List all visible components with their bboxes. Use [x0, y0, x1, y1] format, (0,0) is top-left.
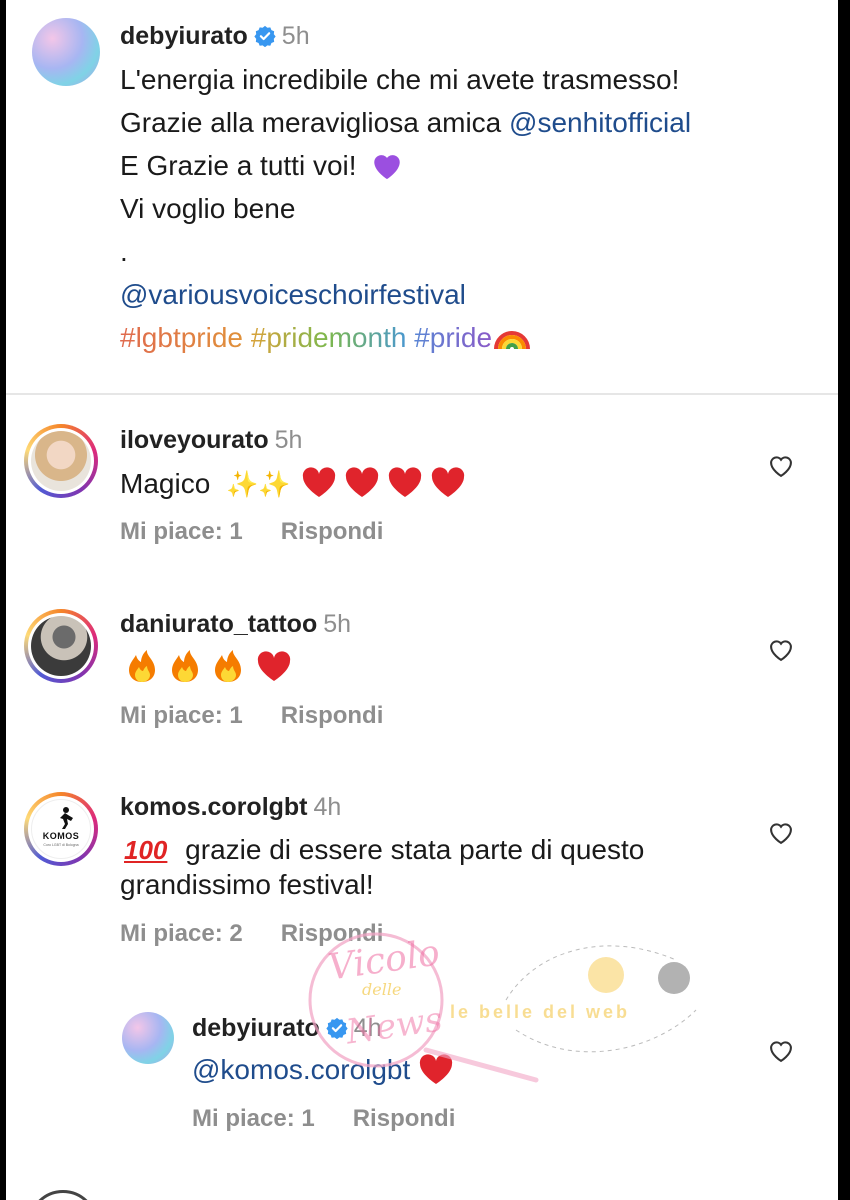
sparkles-icon: ✨✨ [226, 469, 291, 499]
reply-username[interactable]: debyiurato 4h [192, 1014, 382, 1043]
comment-actions: Mi piace: 1 Rispondi [192, 1105, 455, 1133]
avatar-photo [31, 431, 91, 491]
dancer-silhouette-icon [60, 807, 73, 829]
post-author-username[interactable]: debyiurato 5h [120, 22, 310, 51]
fire-icon [129, 650, 291, 682]
reply-avatar[interactable] [122, 1012, 174, 1064]
next-comment-avatar-partial[interactable] [28, 1190, 98, 1200]
verified-badge-icon [254, 25, 276, 47]
mention-link[interactable]: @variousvoiceschoirfestival [120, 279, 466, 310]
caption-line: . [120, 236, 128, 267]
comment-avatar[interactable] [24, 609, 98, 683]
comment-text: 100 grazie di essere stata parte di ques… [124, 832, 644, 868]
comment-text: Magico ✨✨ [120, 466, 471, 502]
mention-link[interactable]: @komos.corolgbt [192, 1054, 410, 1085]
comment-time: 5h [274, 426, 303, 454]
mention-link[interactable]: @senhitofficial [509, 107, 691, 138]
reply-button[interactable]: Rispondi [353, 1105, 456, 1132]
comment-time: 4h [353, 1014, 382, 1042]
reply-button[interactable]: Rispondi [281, 920, 384, 947]
comment-body: grazie di essere stata parte di questo [185, 834, 645, 865]
comment-text: grandissimo festival! [120, 867, 374, 902]
like-heart-icon[interactable] [767, 636, 795, 664]
caption-text: E Grazie a tutti voi! [120, 150, 357, 181]
caption-line: E Grazie a tutti voi! [120, 144, 691, 187]
username-text[interactable]: debyiurato [120, 22, 248, 50]
comment-avatar[interactable] [24, 424, 98, 498]
reply-button[interactable]: Rispondi [281, 702, 384, 729]
likes-count[interactable]: Mi piace: 1 [120, 518, 243, 545]
likes-count[interactable]: Mi piace: 2 [120, 920, 243, 947]
hashtag-link[interactable]: #pride [414, 322, 492, 353]
purple-heart-icon [374, 155, 401, 180]
comment-actions: Mi piace: 1 Rispondi [120, 702, 383, 730]
watermark-tagline: le belle del web [450, 1002, 631, 1022]
comment-text: @komos.corolgbt [192, 1052, 454, 1087]
red-heart-icon [302, 467, 464, 497]
avatar-photo [31, 616, 91, 676]
verified-badge-icon [326, 1017, 348, 1039]
comments-screen: debyiurato 5h L'energia incredibile che … [6, 0, 838, 1200]
caption-line: @variousvoiceschoirfestival [120, 273, 691, 316]
komos-logo-subtext: Coro LGBT di Bologna [43, 843, 79, 847]
likes-count[interactable]: Mi piace: 1 [192, 1105, 315, 1132]
post-time: 5h [281, 22, 310, 50]
caption-line: L'energia incredibile che mi avete trasm… [120, 64, 680, 95]
comment-username[interactable]: daniurato_tattoo 5h [120, 610, 351, 639]
comment-text [124, 648, 294, 692]
comment-actions: Mi piace: 1 Rispondi [120, 518, 383, 546]
hashtag-link[interactable]: #lgbtpride [120, 322, 243, 353]
like-heart-icon[interactable] [767, 1037, 795, 1065]
watermark-text: delle [362, 980, 402, 999]
post-caption-section: debyiurato 5h L'energia incredibile che … [6, 0, 838, 395]
username-text[interactable]: debyiurato [192, 1014, 320, 1042]
caption-text: Grazie alla meravigliosa amica [120, 107, 502, 138]
comment-body: Magico [120, 468, 211, 499]
hundred-points-icon: 100 [124, 835, 168, 865]
caption-hashtags: #lgbtpride #pridemonth #pride [120, 316, 691, 359]
section-divider [6, 393, 838, 395]
comment-body: grandissimo festival! [120, 869, 374, 900]
post-caption: L'energia incredibile che mi avete trasm… [120, 58, 691, 359]
username-text[interactable]: komos.corolgbt [120, 793, 308, 821]
comment-username[interactable]: komos.corolgbt 4h [120, 793, 341, 822]
reply-button[interactable]: Rispondi [281, 518, 384, 545]
hashtag-link[interactable]: #pridemonth [251, 322, 407, 353]
post-author-avatar[interactable] [32, 18, 100, 86]
username-text[interactable]: iloveyourato [120, 426, 269, 454]
caption-line: Vi voglio bene [120, 193, 296, 224]
username-text[interactable]: daniurato_tattoo [120, 610, 317, 638]
comment-time: 4h [313, 793, 342, 821]
caption-line: Grazie alla meravigliosa amica @senhitof… [120, 101, 691, 144]
comment-actions: Mi piace: 2 Rispondi [120, 920, 383, 948]
rainbow-icon [494, 331, 531, 350]
red-heart-icon [419, 1054, 453, 1084]
comment-avatar[interactable]: KOMOS Coro LGBT di Bologna [24, 792, 98, 866]
like-heart-icon[interactable] [767, 819, 795, 847]
komos-logo-text: KOMOS [42, 831, 80, 841]
comment-username[interactable]: iloveyourato 5h [120, 426, 302, 455]
likes-count[interactable]: Mi piace: 1 [120, 702, 243, 729]
komos-logo-avatar: KOMOS Coro LGBT di Bologna [31, 799, 91, 859]
like-heart-icon[interactable] [767, 452, 795, 480]
comment-time: 5h [323, 610, 352, 638]
